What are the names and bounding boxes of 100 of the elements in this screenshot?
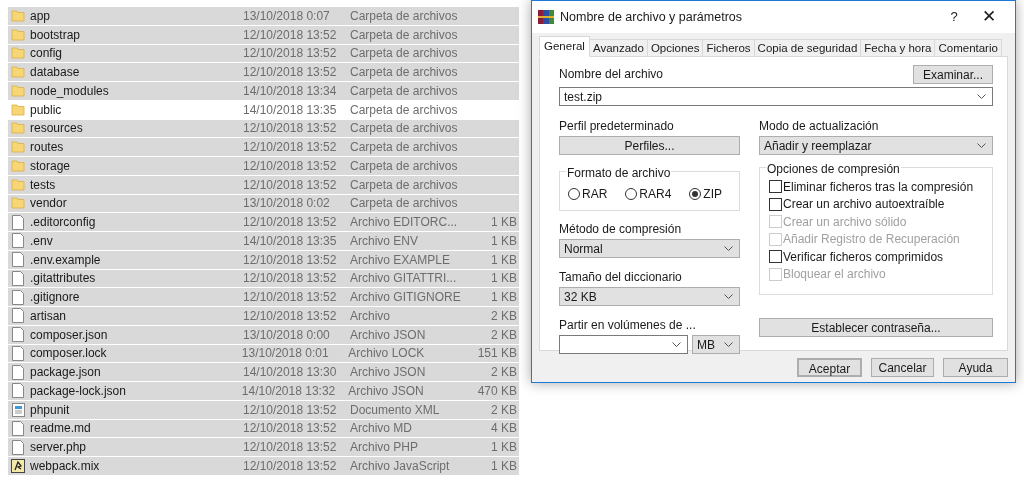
unit-dropdown[interactable]: MB [692,335,740,354]
file-name: node_modules [29,82,110,100]
file-date: 12/10/2018 13:52 [243,214,338,232]
file-date: 14/10/2018 13:35 [243,101,338,119]
file-row[interactable]: server.php 12/10/2018 13:52 Archivo PHP 1 KB [8,438,519,457]
radio-button[interactable] [625,188,638,200]
file-name: database [29,64,81,82]
checkbox[interactable] [769,250,782,264]
file-type: Archivo JSON [350,326,427,344]
file-type: Carpeta de archivos [350,45,459,63]
file-size: 1 KB [490,251,518,269]
file-row[interactable]: storage 12/10/2018 13:52 Carpeta de archivos [8,157,519,176]
radio-option[interactable]: RAR4 [625,185,672,203]
file-row[interactable]: .env 14/10/2018 13:35 Archivo ENV 1 KB [8,232,519,251]
file-name: server.php [29,439,88,457]
file-date: 12/10/2018 13:52 [243,420,338,438]
file-icon [12,289,24,305]
file-icon [12,364,24,380]
checkbox-option[interactable]: Verificar ficheros comprimidos [769,250,992,264]
method-dropdown[interactable]: Normal [559,239,740,258]
file-date: 14/10/2018 13:34 [243,82,338,100]
file-type: Archivo JSON [348,382,425,400]
dialog-button[interactable]: Aceptar [797,358,862,377]
folder-icon [11,27,25,42]
file-icon [11,345,24,361]
folder-icon [11,8,25,23]
update-mode-dropdown[interactable]: Añadir y reemplazar [759,136,993,155]
file-row[interactable]: node_modules 14/10/2018 13:34 Carpeta de archivos [8,82,519,101]
document-icon [11,402,25,417]
file-type: Carpeta de archivos [350,195,459,213]
file-date: 12/10/2018 13:52 [243,64,338,82]
file-name: storage [29,157,72,175]
dialog-button[interactable]: Cancelar [871,358,934,377]
file-name: app [29,7,52,25]
file-type: Carpeta de archivos [350,7,459,25]
file-row[interactable]: package-lock.json 14/10/2018 13:32 Archivo JSON 470 KB [8,382,519,401]
file-row[interactable]: webpack.mix 12/10/2018 13:52 Archivo JavaScript 1 KB [8,457,519,476]
checkbox-option[interactable]: Eliminar ficheros tras la compresión [769,180,992,194]
file-date: 13/10/2018 0:02 [243,195,331,213]
profiles-button[interactable]: Perfiles... [559,136,740,155]
file-name: resources [29,120,84,138]
radio-button[interactable] [568,188,580,200]
tab[interactable]: Opciones [646,39,704,57]
tab[interactable]: General [539,36,590,57]
file-name-field[interactable]: test.zip [559,87,993,106]
file-row[interactable]: .gitignore 12/10/2018 13:52 Archivo GITIGNORE 1 KB [8,288,519,307]
file-name: readme.md [29,420,92,438]
radio-option[interactable]: ZIP [689,185,723,203]
checkbox[interactable] [769,180,782,194]
field-label: Nombre del archivo [559,66,664,83]
file-type: Carpeta de archivos [350,176,459,194]
file-type: Carpeta de archivos [350,139,459,157]
file-date: 12/10/2018 13:52 [243,120,338,138]
password-button[interactable]: Establecer contraseña... [759,318,993,337]
file-date: 12/10/2018 13:52 [243,401,338,419]
browse-button[interactable]: Examinar... [913,65,993,84]
file-size: 2 KB [490,326,518,344]
file-size: 2 KB [490,401,518,419]
file-size: 1 KB [490,232,518,250]
file-name: .editorconfig [29,214,97,232]
tab[interactable]: Comentario [934,39,1002,57]
file-row[interactable]: database 12/10/2018 13:52 Carpeta de archivos [8,63,519,82]
file-date: 13/10/2018 0:00 [243,326,331,344]
chevron-down-icon [977,142,986,149]
file-name: phpunit [29,401,71,419]
books-icon [538,10,554,24]
file-name: webpack.mix [29,457,101,475]
dictionary-dropdown[interactable]: 32 KB [559,287,740,306]
close-button[interactable]: ✕ [969,4,1009,30]
file-icon [12,327,24,343]
file-name: tests [29,176,57,194]
file-row[interactable]: .editorconfig 12/10/2018 13:52 Archivo EDITORC... 1 KB [8,213,519,232]
file-type: Archivo EDITORC... [350,214,459,232]
volume-size-field[interactable] [559,335,688,354]
tab[interactable]: Fecha y hora [860,39,936,57]
file-date: 13/10/2018 0:07 [243,7,331,25]
file-icon [12,420,24,436]
file-date: 12/10/2018 13:52 [243,307,338,325]
file-row[interactable]: package.json 14/10/2018 13:30 Archivo JSON 2 KB [8,363,519,382]
file-size: 1 KB [490,214,518,232]
checkbox-option[interactable]: Crear un archivo autoextraíble [769,197,992,211]
file-name: artisan [29,307,68,325]
file-row[interactable]: app 13/10/2018 0:07 Carpeta de archivos [8,7,519,26]
dialog-button[interactable]: Ayuda [943,358,1008,377]
radio-option[interactable]: RAR [568,185,608,203]
chevron-down-icon [724,293,733,300]
file-type: Archivo PHP [350,439,420,457]
file-size: 2 KB [490,364,518,382]
file-row[interactable]: artisan 12/10/2018 13:52 Archivo 2 KB [8,307,519,326]
folder-icon [11,158,25,173]
folder-icon [11,177,25,192]
file-date: 14/10/2018 13:30 [243,364,338,382]
radio-button[interactable] [689,188,702,200]
file-row[interactable]: routes 12/10/2018 13:52 Carpeta de archivos [8,138,519,157]
folder-icon [11,102,25,117]
tab[interactable]: Copia de seguridad [753,39,862,57]
file-name: routes [29,139,65,157]
file-size: 1 KB [490,457,518,475]
help-button[interactable]: ? [939,7,969,27]
checkbox[interactable] [769,197,782,211]
